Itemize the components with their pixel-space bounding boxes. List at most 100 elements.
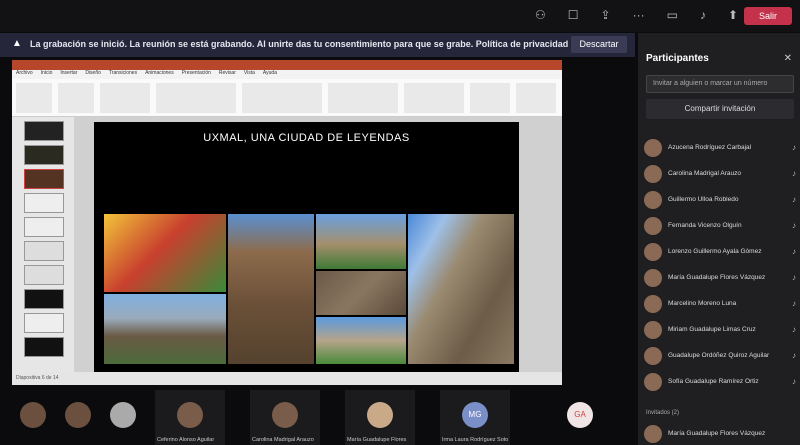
- avatar[interactable]: [65, 402, 91, 428]
- video-tile[interactable]: Ceferino Alonso Aguilar: [155, 390, 225, 445]
- toolbar-icons: ⚇ ☐ ⇪ ··· ▭ ♪ ⬆: [535, 8, 738, 22]
- avatar[interactable]: [110, 402, 136, 428]
- temple-image: [316, 214, 406, 269]
- slide-thumbnail[interactable]: [24, 193, 64, 213]
- camera-icon[interactable]: ▭: [667, 8, 678, 22]
- slide-thumbnail[interactable]: [24, 289, 64, 309]
- video-tile[interactable]: Carolina Madrigal Arauzo: [250, 390, 320, 445]
- slide-thumbnail[interactable]: [24, 337, 64, 357]
- participant-row[interactable]: María Guadalupe Flores Vázquez: [644, 425, 796, 445]
- slide-thumbnail[interactable]: [24, 241, 64, 261]
- avatar: [644, 269, 662, 287]
- ribbon-group[interactable]: [470, 83, 510, 113]
- participant-row[interactable]: Guillermo Ulloa Robledo ♪: [644, 191, 796, 211]
- participant-name: Miriam Guadalupe Limas Cruz: [668, 326, 756, 333]
- carved-wall-image: [316, 271, 406, 315]
- ribbon-group[interactable]: [156, 83, 236, 113]
- participant-name: Guillermo Ulloa Robledo: [668, 196, 739, 203]
- avatar: [272, 402, 298, 428]
- video-tile[interactable]: MG Irma Laura Rodríguez Soto: [440, 390, 510, 445]
- slide-thumbnail[interactable]: [24, 265, 64, 285]
- ribbon-group[interactable]: [16, 83, 52, 113]
- initials-avatar: GA: [567, 402, 593, 428]
- chat-icon[interactable]: ☐: [568, 8, 579, 22]
- avatar: [644, 295, 662, 313]
- close-icon[interactable]: ✕: [784, 53, 792, 64]
- avatar: [644, 373, 662, 391]
- shared-screen: Archivo Inicio Insertar Diseño Transicio…: [0, 57, 635, 387]
- ribbon-group[interactable]: [516, 83, 556, 113]
- participant-row[interactable]: Sofía Guadalupe Ramírez Ortiz ♪: [644, 373, 796, 393]
- mural-painting-image: [104, 214, 226, 292]
- participant-row[interactable]: Guadalupe Ordóñez Quiroz Aguilar ♪: [644, 347, 796, 367]
- participant-row[interactable]: María Guadalupe Flores Vázquez ♪: [644, 269, 796, 289]
- ppt-tab[interactable]: Transiciones: [109, 70, 137, 79]
- people-icon[interactable]: ⚇: [535, 8, 546, 22]
- avatar: [644, 243, 662, 261]
- pyramid-distance-image: [316, 317, 406, 364]
- recording-message: La grabación se inició. La reunión se es…: [30, 39, 569, 49]
- avatar: [644, 321, 662, 339]
- ppt-tab[interactable]: Revisar: [219, 70, 236, 79]
- tile-name: Irma Laura Rodríguez Soto: [442, 437, 508, 443]
- panel-title: Participantes: [646, 53, 709, 64]
- dismiss-button[interactable]: Descartar: [571, 36, 627, 53]
- invite-search-input[interactable]: Invitar a alguien o marcar un número: [646, 75, 794, 93]
- ribbon-group[interactable]: [242, 83, 322, 113]
- ppt-tab[interactable]: Presentación: [182, 70, 211, 79]
- share-invite-button[interactable]: Compartir invitación: [646, 99, 794, 119]
- ppt-tab[interactable]: Vista: [244, 70, 255, 79]
- tile-name: Carolina Madrigal Arauzo: [252, 437, 314, 443]
- mic-icon: ♪: [792, 169, 796, 178]
- ppt-tab[interactable]: Ayuda: [263, 70, 277, 79]
- avatar: [644, 165, 662, 183]
- ppt-titlebar: [12, 60, 562, 70]
- ppt-ribbon-tabs: Archivo Inicio Insertar Diseño Transicio…: [12, 70, 562, 79]
- ppt-tab[interactable]: Insertar: [60, 70, 77, 79]
- participant-name: Fernanda Vicenzo Olguín: [668, 222, 742, 229]
- ribbon-group[interactable]: [100, 83, 150, 113]
- slide-thumbnail[interactable]: [24, 169, 64, 189]
- section-label[interactable]: Invitados (2): [646, 410, 679, 416]
- slide-thumbnail[interactable]: [24, 217, 64, 237]
- slide-thumbnail[interactable]: [24, 313, 64, 333]
- mic-icon[interactable]: ♪: [700, 8, 706, 22]
- mic-icon: ♪: [792, 221, 796, 230]
- slide-canvas: UXMAL, UNA CIUDAD DE LEYENDAS: [74, 117, 562, 372]
- video-tile[interactable]: GA: [545, 390, 615, 445]
- participant-name: Carolina Madrigal Arauzo: [668, 170, 741, 177]
- ribbon-group[interactable]: [404, 83, 464, 113]
- ribbon-group[interactable]: [58, 83, 94, 113]
- ppt-tab[interactable]: Inicio: [41, 70, 53, 79]
- mic-icon: ♪: [792, 247, 796, 256]
- powerpoint-window: Archivo Inicio Insertar Diseño Transicio…: [12, 60, 562, 385]
- more-icon[interactable]: ···: [633, 8, 645, 22]
- meeting-toolbar: ⚇ ☐ ⇪ ··· ▭ ♪ ⬆ Salir: [0, 0, 800, 32]
- video-tile[interactable]: María Guadalupe Flores: [345, 390, 415, 445]
- avatar[interactable]: [20, 402, 46, 428]
- share-tray-icon[interactable]: ⬆: [728, 8, 738, 22]
- slide-thumbnails: [12, 117, 74, 372]
- share-icon[interactable]: ⇪: [601, 8, 611, 22]
- ppt-tab[interactable]: Animaciones: [145, 70, 174, 79]
- mic-icon: ♪: [792, 325, 796, 334]
- participant-name: Azucena Rodríguez Carbajal: [668, 144, 752, 151]
- participant-row[interactable]: Carolina Madrigal Arauzo ♪: [644, 165, 796, 185]
- avatar: [177, 402, 203, 428]
- participant-row[interactable]: Lorenzo Guillermo Ayala Gómez ♪: [644, 243, 796, 263]
- slide-thumbnail[interactable]: [24, 145, 64, 165]
- participant-row[interactable]: Azucena Rodríguez Carbajal ♪: [644, 139, 796, 159]
- participant-row[interactable]: Miriam Guadalupe Limas Cruz ♪: [644, 321, 796, 341]
- avatar: [644, 139, 662, 157]
- participant-row[interactable]: Fernanda Vicenzo Olguín ♪: [644, 217, 796, 237]
- leave-button[interactable]: Salir: [744, 7, 792, 25]
- ppt-tab[interactable]: Diseño: [85, 70, 101, 79]
- slide-thumbnail[interactable]: [24, 121, 64, 141]
- ppt-tab[interactable]: Archivo: [16, 70, 33, 79]
- avatar: [644, 347, 662, 365]
- current-slide[interactable]: UXMAL, UNA CIUDAD DE LEYENDAS: [94, 122, 519, 372]
- mic-icon: ♪: [792, 273, 796, 282]
- stone-facade-image: [228, 214, 314, 364]
- participant-row[interactable]: Marcelino Moreno Luna ♪: [644, 295, 796, 315]
- ribbon-group[interactable]: [328, 83, 398, 113]
